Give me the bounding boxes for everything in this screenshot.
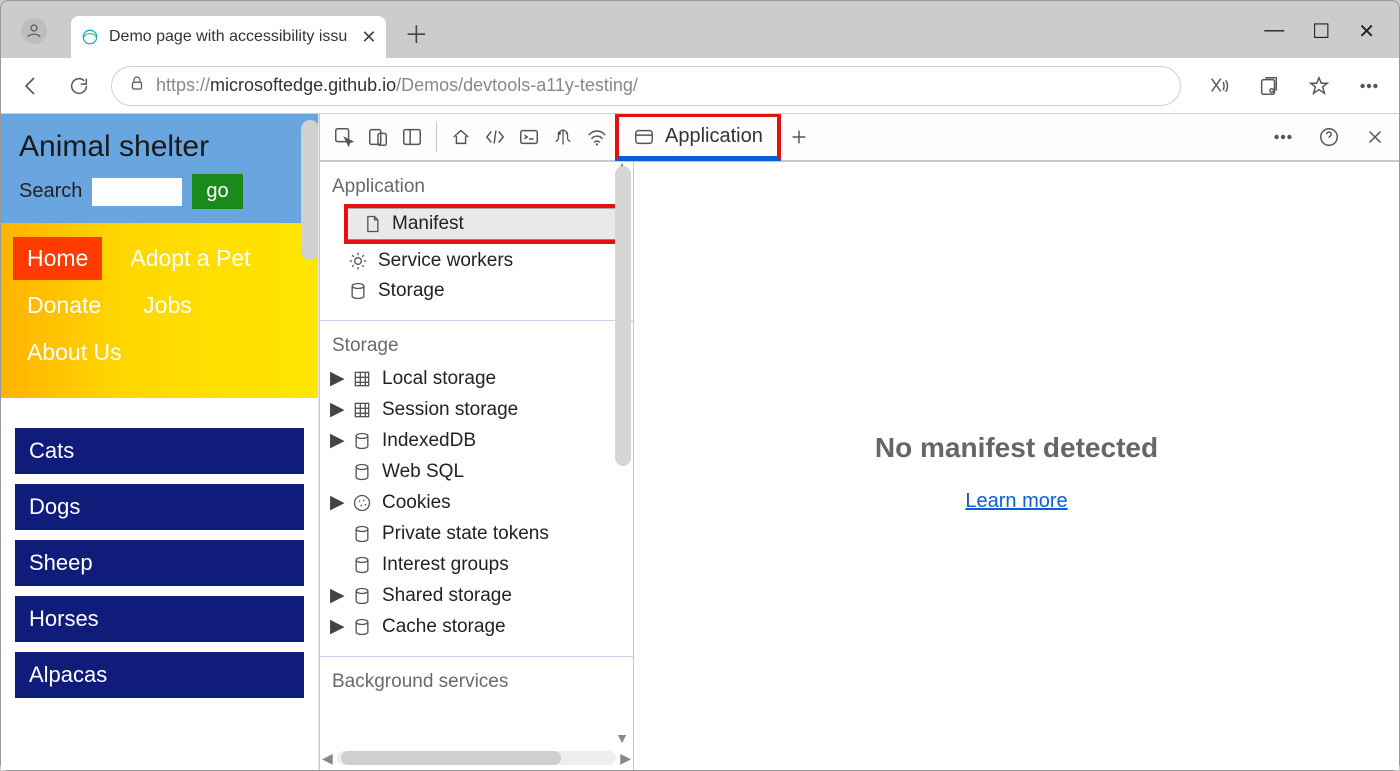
tab-title: Demo page with accessibility issu — [109, 28, 347, 46]
search-label: Search — [19, 180, 82, 203]
maximize-icon[interactable]: ☐ — [1312, 19, 1330, 44]
edge-favicon — [81, 28, 99, 46]
address-bar[interactable]: https://microsoftedge.github.io/Demos/de… — [111, 66, 1181, 106]
chevron-right-icon: ▶ — [330, 429, 342, 452]
sources-tab-icon[interactable] — [547, 121, 579, 153]
species-list: Cats Dogs Sheep Horses Alpacas — [1, 398, 318, 708]
refresh-button[interactable] — [63, 70, 95, 102]
nav-donate[interactable]: Donate — [13, 284, 115, 327]
species-link[interactable]: Dogs — [15, 484, 304, 530]
new-tab-button[interactable]: ＋ — [404, 15, 428, 50]
sidebar-item-local-storage[interactable]: ▶Local storage — [320, 363, 633, 394]
favorite-icon[interactable] — [1303, 70, 1335, 102]
species-link[interactable]: Horses — [15, 596, 304, 642]
page-content: Animal shelter Search go Home Adopt a Pe… — [1, 114, 319, 770]
sidebar-item-manifest[interactable]: Manifest — [348, 208, 625, 240]
collections-icon[interactable] — [1253, 70, 1285, 102]
chevron-right-icon: ▶ — [330, 367, 342, 390]
sidebar-item-shared-storage[interactable]: ▶Shared storage — [320, 580, 633, 611]
sidebar-item-private-state-tokens[interactable]: ▶Private state tokens — [320, 518, 633, 549]
site-nav: Home Adopt a Pet Donate Jobs About Us — [1, 223, 318, 398]
network-tab-icon[interactable] — [581, 121, 613, 153]
application-main: No manifest detected Learn more — [634, 162, 1399, 770]
browser-window: Demo page with accessibility issu ✕ ＋ — … — [0, 0, 1400, 771]
devtools-tabstrip: Application — [320, 114, 1399, 162]
welcome-tab-icon[interactable] — [445, 121, 477, 153]
application-sidebar: ▲ Application Manifest Service worke — [320, 162, 634, 770]
add-tab-button[interactable] — [783, 121, 815, 153]
close-window-icon[interactable]: ✕ — [1358, 19, 1375, 44]
species-link[interactable]: Cats — [15, 428, 304, 474]
minimize-icon[interactable]: — — [1264, 19, 1284, 44]
sidebar-hscroll[interactable]: ◀ ▶ — [320, 748, 633, 768]
chevron-right-icon: ▶ — [330, 491, 342, 514]
nav-home[interactable]: Home — [13, 237, 102, 280]
sidebar-item-interest-groups[interactable]: ▶Interest groups — [320, 549, 633, 580]
url-text: https://microsoftedge.github.io/Demos/de… — [156, 75, 638, 96]
search-input[interactable] — [92, 178, 182, 206]
sidebar-item-session-storage[interactable]: ▶Session storage — [320, 394, 633, 425]
sidebar-scrollbar[interactable] — [615, 166, 631, 466]
species-link[interactable]: Sheep — [15, 540, 304, 586]
section-storage: Storage — [320, 321, 633, 363]
page-hero: Animal shelter Search go — [1, 114, 318, 223]
application-tab[interactable]: Application — [615, 114, 781, 161]
more-menu-icon[interactable] — [1353, 70, 1385, 102]
elements-tab-icon[interactable] — [479, 121, 511, 153]
console-tab-icon[interactable] — [513, 121, 545, 153]
sidebar-item-cookies[interactable]: ▶Cookies — [320, 487, 633, 518]
nav-jobs[interactable]: Jobs — [129, 284, 206, 327]
chevron-right-icon: ▶ — [330, 584, 342, 607]
content-area: Animal shelter Search go Home Adopt a Pe… — [1, 114, 1399, 770]
tab-close-icon[interactable]: ✕ — [361, 27, 376, 48]
devtools-close-icon[interactable] — [1359, 121, 1391, 153]
profile-icon[interactable] — [21, 18, 47, 44]
learn-more-link[interactable]: Learn more — [965, 490, 1067, 513]
back-button[interactable] — [15, 70, 47, 102]
panel-layout-icon[interactable] — [396, 121, 428, 153]
inspect-icon[interactable] — [328, 121, 360, 153]
highlight-manifest: Manifest — [344, 204, 629, 244]
browser-tab[interactable]: Demo page with accessibility issu ✕ — [71, 16, 386, 58]
devtools-panel: Application ▲ Application — [319, 114, 1399, 770]
sidebar-item-cache-storage[interactable]: ▶Cache storage — [320, 611, 633, 642]
devtools-more-icon[interactable] — [1267, 121, 1299, 153]
hscroll-left-icon[interactable]: ◀ — [322, 750, 333, 767]
window-controls: — ☐ ✕ — [1264, 19, 1375, 44]
browser-toolbar: https://microsoftedge.github.io/Demos/de… — [1, 58, 1399, 114]
manifest-empty-heading: No manifest detected — [875, 432, 1158, 464]
sidebar-item-storage[interactable]: Storage — [320, 276, 633, 306]
chevron-right-icon: ▶ — [330, 615, 342, 638]
hscroll-right-icon[interactable]: ▶ — [620, 750, 631, 767]
titlebar: Demo page with accessibility issu ✕ ＋ — … — [1, 1, 1399, 58]
sidebar-item-indexeddb[interactable]: ▶IndexedDB — [320, 425, 633, 456]
section-application: Application — [320, 162, 633, 204]
page-scrollbar[interactable] — [301, 120, 319, 260]
sidebar-item-service-workers[interactable]: Service workers — [320, 246, 633, 276]
nav-about[interactable]: About Us — [13, 331, 136, 374]
read-aloud-icon[interactable] — [1203, 70, 1235, 102]
section-background-services: Background services — [320, 657, 633, 699]
site-title: Animal shelter — [19, 130, 304, 164]
device-toggle-icon[interactable] — [362, 121, 394, 153]
go-button[interactable]: go — [192, 174, 242, 209]
help-icon[interactable] — [1313, 121, 1345, 153]
chevron-right-icon: ▶ — [330, 398, 342, 421]
lock-icon — [128, 74, 146, 97]
sidebar-scroll-down-icon[interactable]: ▼ — [615, 730, 629, 746]
species-link[interactable]: Alpacas — [15, 652, 304, 698]
nav-adopt[interactable]: Adopt a Pet — [116, 237, 264, 280]
sidebar-item-websql[interactable]: ▶Web SQL — [320, 456, 633, 487]
